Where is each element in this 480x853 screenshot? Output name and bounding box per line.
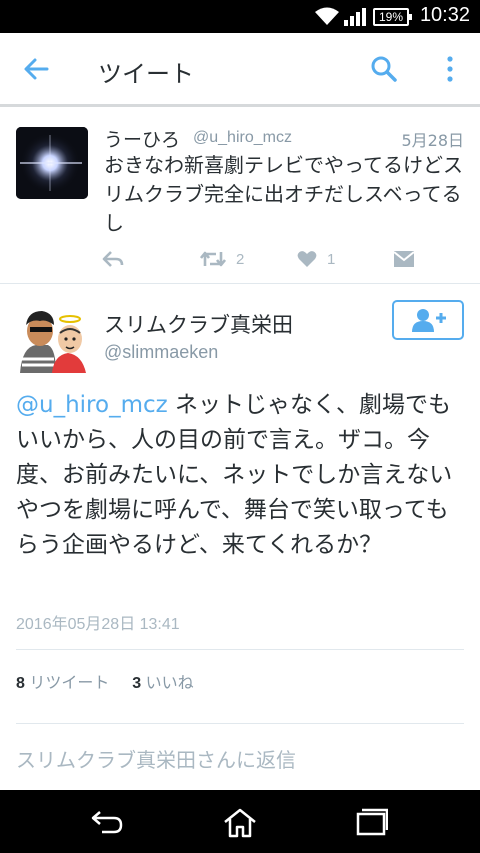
follow-button[interactable] bbox=[392, 300, 464, 340]
message-icon bbox=[393, 251, 415, 267]
avatar[interactable] bbox=[16, 127, 88, 199]
like-label[interactable]: いいね bbox=[146, 675, 194, 692]
signal-icon bbox=[344, 8, 366, 26]
replied-tweet[interactable]: うーひろ @u_hiro_mcz 5月28日 おきなわ新喜劇テレビでやってるけど… bbox=[0, 110, 480, 284]
avatar-image bbox=[16, 299, 90, 373]
author-handle[interactable]: @u_hiro_mcz bbox=[193, 129, 292, 147]
like-count: 1 bbox=[327, 250, 336, 268]
tweet-date: 5月28日 bbox=[401, 131, 464, 150]
tweet-timestamp: 2016年05月28日 13:41 bbox=[16, 616, 180, 633]
tweet-actions: 2 1 bbox=[0, 250, 480, 274]
heart-icon bbox=[297, 251, 317, 267]
retweet-count: 2 bbox=[236, 250, 245, 268]
home-nav-icon[interactable] bbox=[223, 808, 257, 838]
avatar[interactable] bbox=[16, 299, 90, 373]
page-title: ツイート bbox=[98, 60, 194, 88]
divider bbox=[16, 649, 464, 650]
retweet-icon bbox=[200, 251, 226, 267]
dm-action[interactable] bbox=[393, 250, 415, 268]
reply-action[interactable] bbox=[102, 250, 124, 268]
wifi-icon bbox=[315, 7, 339, 25]
retweet-action[interactable]: 2 bbox=[200, 250, 244, 268]
system-nav-bar bbox=[0, 790, 480, 853]
tweet-text: @u_hiro_mcz ネットじゃなく、劇場でもいいから、人の目の前で言え。ザコ… bbox=[16, 388, 466, 563]
divider bbox=[16, 723, 464, 724]
clock: 10:32 bbox=[419, 4, 470, 26]
tweet-text: おきなわ新喜劇テレビでやってるけどスリムクラブ完全に出オチだしスベってるし bbox=[104, 153, 463, 235]
more-options-icon[interactable] bbox=[440, 55, 460, 83]
like-action[interactable]: 1 bbox=[297, 250, 335, 268]
reply-input[interactable]: スリムクラブ真栄田さんに返信 bbox=[16, 744, 296, 773]
tweet-stats: 8 リツイート 3 いいね bbox=[16, 669, 194, 693]
author-name[interactable]: うーひろ bbox=[104, 125, 180, 152]
app-bar: ツイート bbox=[0, 33, 480, 107]
avatar-image bbox=[16, 127, 88, 199]
author-handle[interactable]: @slimmaeken bbox=[104, 342, 218, 363]
back-nav-icon[interactable] bbox=[90, 808, 124, 836]
reply-icon bbox=[102, 251, 124, 267]
add-user-icon bbox=[412, 309, 446, 332]
author-name[interactable]: スリムクラブ真栄田 bbox=[104, 309, 293, 339]
back-arrow-icon[interactable] bbox=[22, 55, 50, 83]
retweet-label[interactable]: リツイート bbox=[29, 675, 109, 692]
recents-nav-icon[interactable] bbox=[356, 808, 388, 836]
mention-link[interactable]: @u_hiro_mcz bbox=[16, 392, 168, 418]
like-count[interactable]: 3 bbox=[132, 675, 141, 692]
status-bar: 19% 10:32 bbox=[0, 0, 480, 33]
battery-indicator: 19% bbox=[373, 8, 412, 26]
retweet-count[interactable]: 8 bbox=[16, 675, 25, 692]
search-icon[interactable] bbox=[370, 55, 398, 83]
